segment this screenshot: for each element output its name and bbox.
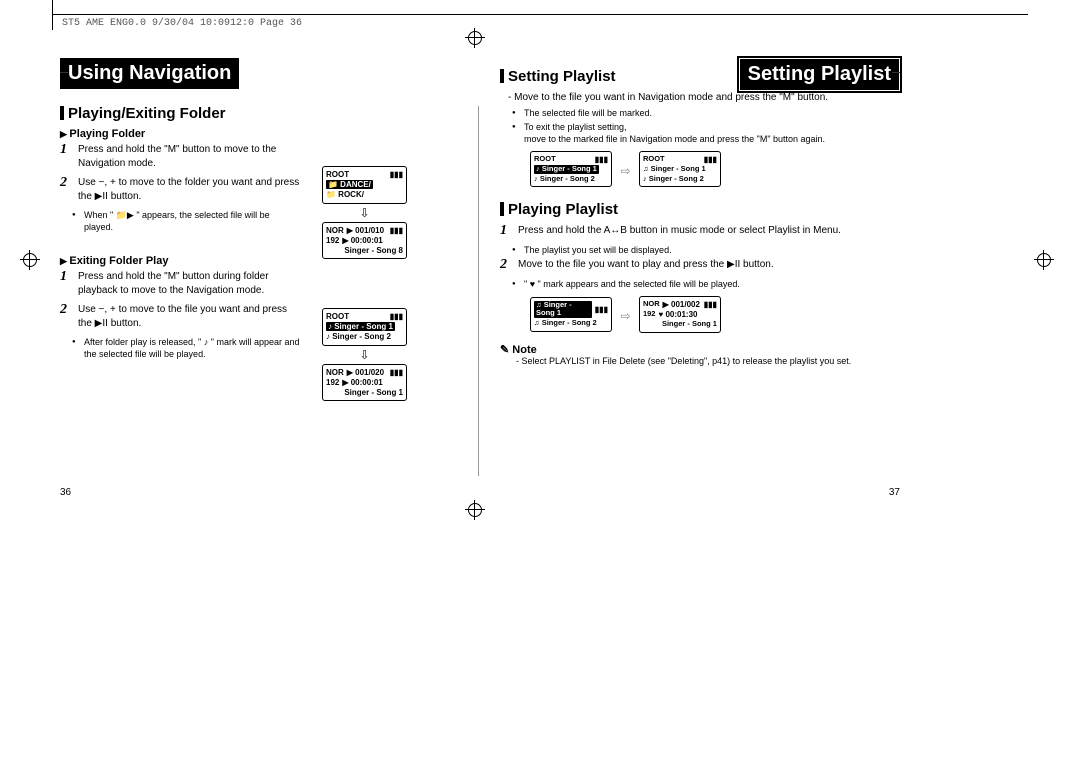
registration-mark-right bbox=[1034, 250, 1054, 270]
lcd-group-exiting: ROOT▮▮▮ ♪ Singer - Song 1 ♪ Singer - Son… bbox=[322, 308, 407, 405]
page-root: ST5 AME ENG0.0 9/30/04 10:0912:0 Page 36… bbox=[0, 0, 1080, 763]
center-divider bbox=[478, 106, 479, 476]
registration-mark-top bbox=[465, 28, 485, 48]
step-text: 2Use −, + to move to the folder you want… bbox=[60, 176, 300, 203]
registration-mark-bottom bbox=[465, 500, 485, 520]
bullet-text: To exit the playlist setting,move to the… bbox=[524, 121, 900, 145]
page-number-left: 36 bbox=[60, 487, 71, 498]
bullet-text: When " 📁▶ " appears, the selected file w… bbox=[84, 209, 300, 233]
arrow-down-icon: ⇩ bbox=[322, 348, 407, 362]
right-content: Setting Playlist Move to the file you wa… bbox=[500, 68, 900, 366]
header-meta: ST5 AME ENG0.0 9/30/04 10:0912:0 Page 36 bbox=[62, 18, 302, 29]
step-number: 2 bbox=[60, 301, 67, 320]
left-page: Using Navigation Playing/Exiting Folder … bbox=[60, 58, 460, 498]
battery-icon: ▮▮▮ bbox=[390, 170, 403, 179]
lcd-screen: ROOT▮▮▮ ♪ Singer - Song 1 ♪ Singer - Son… bbox=[530, 151, 612, 187]
bullet-text: After folder play is released, " ♪ " mar… bbox=[84, 336, 300, 360]
lcd-screen: ROOT▮▮▮ ♪ Singer - Song 1 ♪ Singer - Son… bbox=[322, 308, 407, 346]
step-text: 1Press and hold the A↔B button in music … bbox=[500, 224, 900, 238]
step-number: 2 bbox=[500, 256, 507, 275]
step-text: 1Press and hold the "M" button to move t… bbox=[60, 143, 300, 170]
lcd-group-folder: ROOT▮▮▮ 📁 DANCE/ 📁 ROCK/ ⇩ NOR▶ 001/010▮… bbox=[322, 166, 407, 263]
title-rule-left bbox=[60, 72, 68, 73]
left-content: Playing/Exiting Folder Playing Folder 1P… bbox=[60, 105, 300, 361]
battery-icon: ▮▮▮ bbox=[704, 155, 717, 164]
battery-icon: ▮▮▮ bbox=[390, 312, 403, 321]
arrow-right-icon: ⇨ bbox=[620, 164, 630, 178]
lcd-row-playing: ♫ Singer - Song 1▮▮▮ ♫ Singer - Song 2 ⇨… bbox=[530, 296, 900, 337]
dash-text: Move to the file you want in Navigation … bbox=[508, 91, 900, 105]
page-spread: Using Navigation Playing/Exiting Folder … bbox=[60, 58, 1020, 498]
page-number-right: 37 bbox=[889, 487, 900, 498]
step-number: 1 bbox=[500, 222, 507, 241]
page-title-left: Using Navigation bbox=[60, 58, 239, 89]
heading-playing-exiting: Playing/Exiting Folder bbox=[60, 105, 300, 122]
lcd-screen: ♫ Singer - Song 1▮▮▮ ♫ Singer - Song 2 bbox=[530, 297, 612, 332]
arrow-right-icon: ⇨ bbox=[620, 309, 630, 323]
note-text: - Select PLAYLIST in File Delete (see "D… bbox=[516, 356, 900, 366]
battery-icon: ▮▮▮ bbox=[595, 155, 608, 164]
lcd-row-setting: ROOT▮▮▮ ♪ Singer - Song 1 ♪ Singer - Son… bbox=[530, 151, 900, 191]
note-heading: Note bbox=[500, 343, 900, 356]
heading-playing-playlist: Playing Playlist bbox=[500, 201, 900, 218]
battery-icon: ▮▮▮ bbox=[595, 305, 608, 314]
step-number: 2 bbox=[60, 174, 67, 193]
lcd-screen: ROOT▮▮▮ 📁 DANCE/ 📁 ROCK/ bbox=[322, 166, 407, 204]
heading-setting-playlist: Setting Playlist bbox=[500, 68, 900, 85]
battery-icon: ▮▮▮ bbox=[390, 226, 403, 235]
lcd-screen: NOR▶ 001/010▮▮▮ 192▶ 00:00:01 Singer - S… bbox=[322, 222, 407, 260]
step-text: 2Use −, + to move to the file you want a… bbox=[60, 303, 300, 330]
battery-icon: ▮▮▮ bbox=[704, 300, 717, 309]
bullet-text: The playlist you set will be displayed. bbox=[524, 244, 900, 256]
bullet-text: The selected file will be marked. bbox=[524, 107, 900, 119]
lcd-screen: NOR▶ 001/002▮▮▮ 192♥ 00:01:30 Singer - S… bbox=[639, 296, 721, 333]
bullet-text: " ♥ " mark appears and the selected file… bbox=[524, 278, 900, 290]
step-number: 1 bbox=[60, 141, 67, 160]
arrow-down-icon: ⇩ bbox=[322, 206, 407, 220]
registration-mark-left bbox=[20, 250, 40, 270]
lcd-screen: NOR▶ 001/020▮▮▮ 192▶ 00:00:01 Singer - S… bbox=[322, 364, 407, 402]
subheading-playing-folder: Playing Folder bbox=[60, 128, 300, 140]
lcd-screen: ROOT▮▮▮ ♫ Singer - Song 1 ♪ Singer - Son… bbox=[639, 151, 721, 187]
step-text: 1Press and hold the "M" button during fo… bbox=[60, 270, 300, 297]
right-page: Setting Playlist Setting Playlist Move t… bbox=[500, 58, 900, 498]
battery-icon: ▮▮▮ bbox=[390, 368, 403, 377]
subheading-exiting-folder: Exiting Folder Play bbox=[60, 255, 300, 267]
step-text: 2Move to the file you want to play and p… bbox=[500, 258, 900, 272]
step-number: 1 bbox=[60, 268, 67, 287]
